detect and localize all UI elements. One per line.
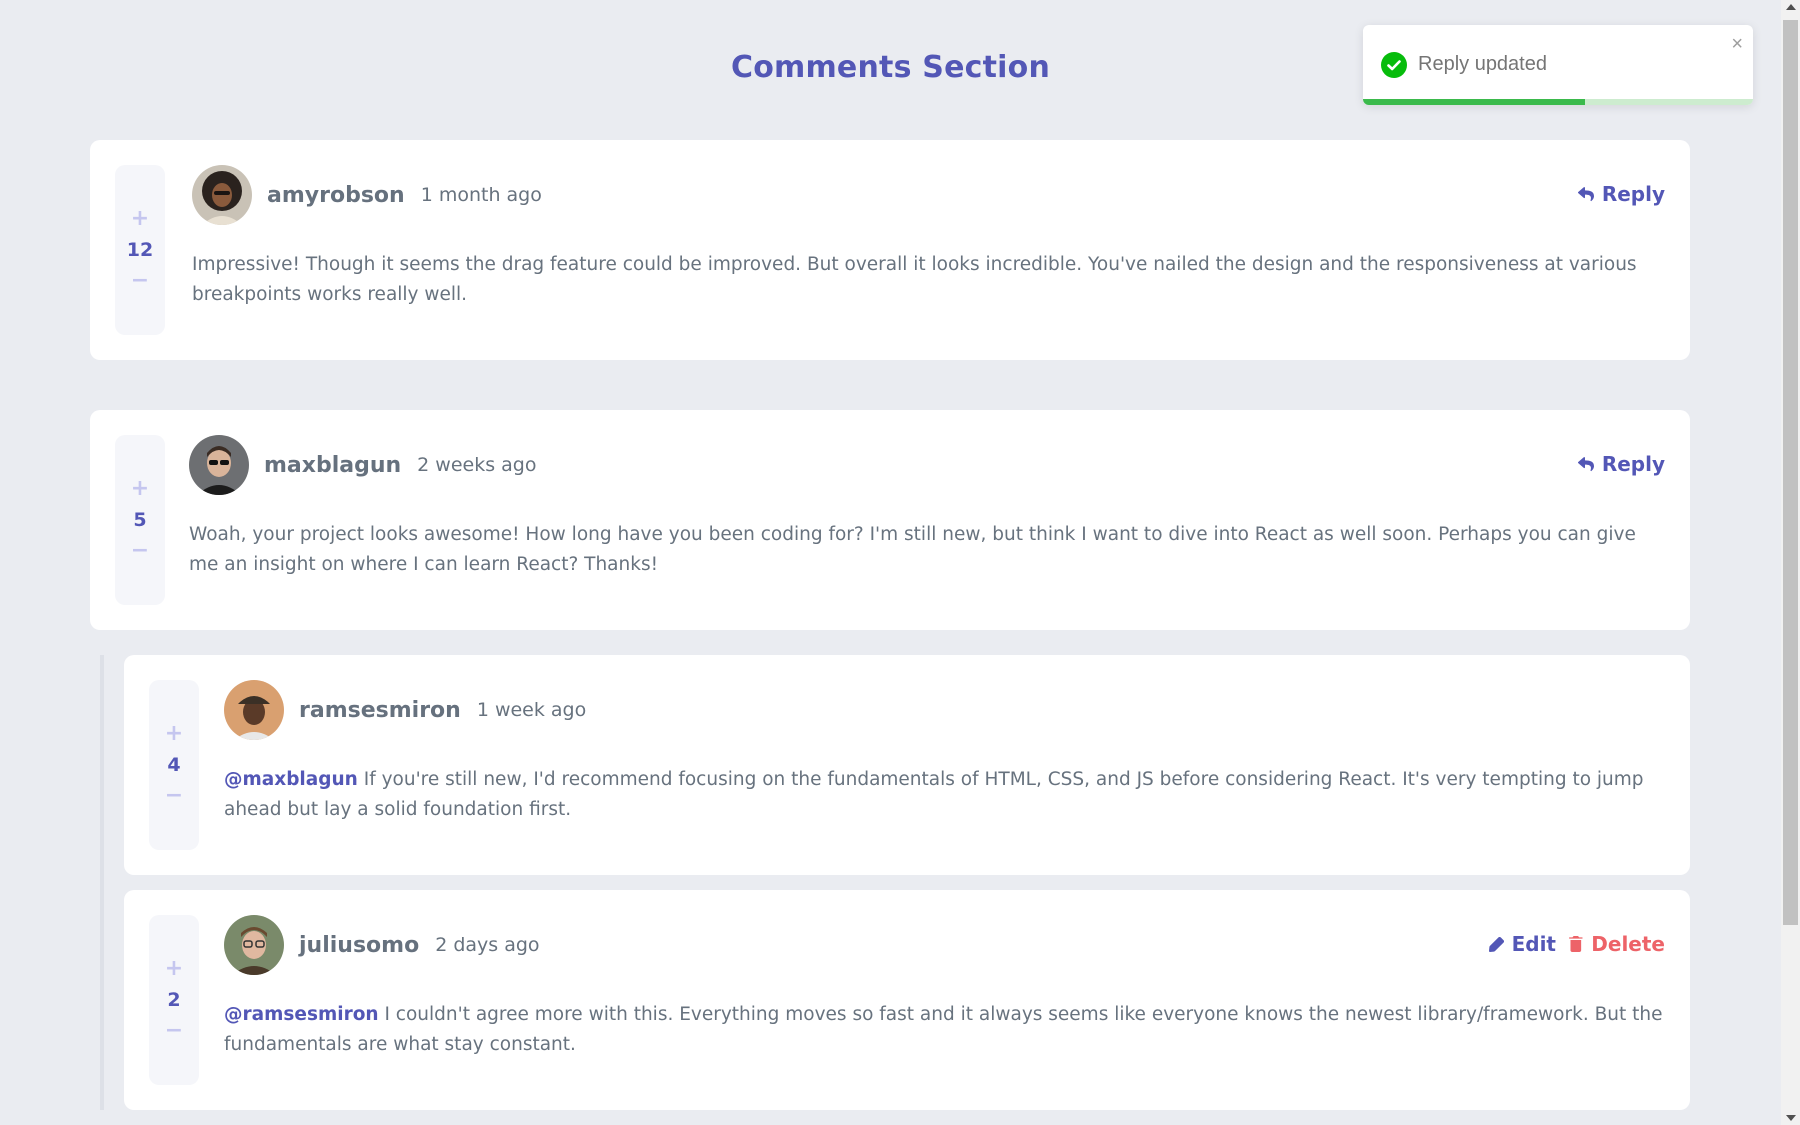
reply-icon xyxy=(1577,456,1594,471)
reply-button[interactable]: Reply xyxy=(1577,452,1665,476)
reply-card: + 2 − juliusomo 2 days ago Edit Delete @… xyxy=(124,890,1690,1110)
score-count: 4 xyxy=(167,754,181,776)
upvote-button[interactable]: + xyxy=(165,958,183,980)
close-icon[interactable]: × xyxy=(1731,33,1743,56)
reply-content: I couldn't agree more with this. Everyth… xyxy=(224,1004,1663,1055)
toast-progress-bar xyxy=(1363,99,1586,105)
vote-widget: + 2 − xyxy=(149,915,199,1085)
avatar xyxy=(224,915,284,975)
avatar xyxy=(224,680,284,740)
username[interactable]: amyrobson xyxy=(267,183,405,208)
reply-text: @maxblagun If you're still new, I'd reco… xyxy=(224,765,1664,825)
timestamp: 1 week ago xyxy=(476,699,587,721)
reply-button[interactable]: Reply xyxy=(1577,182,1665,206)
downvote-button[interactable]: − xyxy=(131,270,149,292)
scrollbar-thumb[interactable] xyxy=(1783,20,1798,925)
avatar xyxy=(192,165,252,225)
vote-widget: + 5 − xyxy=(115,435,165,605)
check-circle-icon xyxy=(1381,52,1407,78)
edit-button[interactable]: Edit xyxy=(1488,932,1556,956)
timestamp: 2 weeks ago xyxy=(417,454,537,476)
toast-notification: Reply updated × xyxy=(1363,25,1753,105)
username[interactable]: juliusomo xyxy=(299,933,419,958)
downvote-button[interactable]: − xyxy=(165,1020,183,1042)
timestamp: 2 days ago xyxy=(435,934,540,956)
upvote-button[interactable]: + xyxy=(131,478,149,500)
username[interactable]: ramsesmiron xyxy=(299,698,461,723)
edit-icon xyxy=(1488,936,1504,952)
reply-content: If you're still new, I'd recommend focus… xyxy=(224,769,1644,820)
score-count: 12 xyxy=(126,239,154,261)
edit-label: Edit xyxy=(1511,932,1556,956)
comment-text: Woah, your project looks awesome! How lo… xyxy=(189,524,1636,575)
delete-label: Delete xyxy=(1591,932,1665,956)
upvote-button[interactable]: + xyxy=(165,723,183,745)
downvote-button[interactable]: − xyxy=(131,540,149,562)
delete-button[interactable]: Delete xyxy=(1569,932,1665,956)
reply-label: Reply xyxy=(1601,452,1665,476)
username[interactable]: maxblagun xyxy=(264,453,401,478)
timestamp: 1 month ago xyxy=(420,184,542,206)
vertical-scrollbar[interactable] xyxy=(1781,0,1800,1125)
vote-widget: + 12 − xyxy=(115,165,165,335)
upvote-button[interactable]: + xyxy=(131,208,149,230)
scroll-down-icon[interactable] xyxy=(1786,1115,1796,1121)
downvote-button[interactable]: − xyxy=(165,785,183,807)
toast-message: Reply updated xyxy=(1418,53,1547,75)
vote-widget: + 4 − xyxy=(149,680,199,850)
mention-link[interactable]: @maxblagun xyxy=(224,769,358,790)
reply-label: Reply xyxy=(1601,182,1665,206)
comment-card: + 12 − amyrobson 1 month ago Reply Impre… xyxy=(90,140,1690,360)
reply-thread-line xyxy=(100,655,104,1110)
comment-text: Impressive! Though it seems the drag fea… xyxy=(192,254,1637,305)
comment-card: + 5 − maxblagun 2 weeks ago Reply Woah, … xyxy=(90,410,1690,630)
score-count: 5 xyxy=(133,509,147,531)
page: Comments Section + 12 − amyrobson 1 mont… xyxy=(0,0,1781,1125)
mention-link[interactable]: @ramsesmiron xyxy=(224,1004,379,1025)
reply-icon xyxy=(1577,186,1594,201)
avatar xyxy=(189,435,249,495)
reply-text: @ramsesmiron I couldn't agree more with … xyxy=(224,1000,1664,1060)
delete-icon xyxy=(1569,936,1583,952)
reply-card: + 4 − ramsesmiron 1 week ago @maxblagun … xyxy=(124,655,1690,875)
score-count: 2 xyxy=(167,989,181,1011)
scroll-up-icon[interactable] xyxy=(1786,4,1796,10)
